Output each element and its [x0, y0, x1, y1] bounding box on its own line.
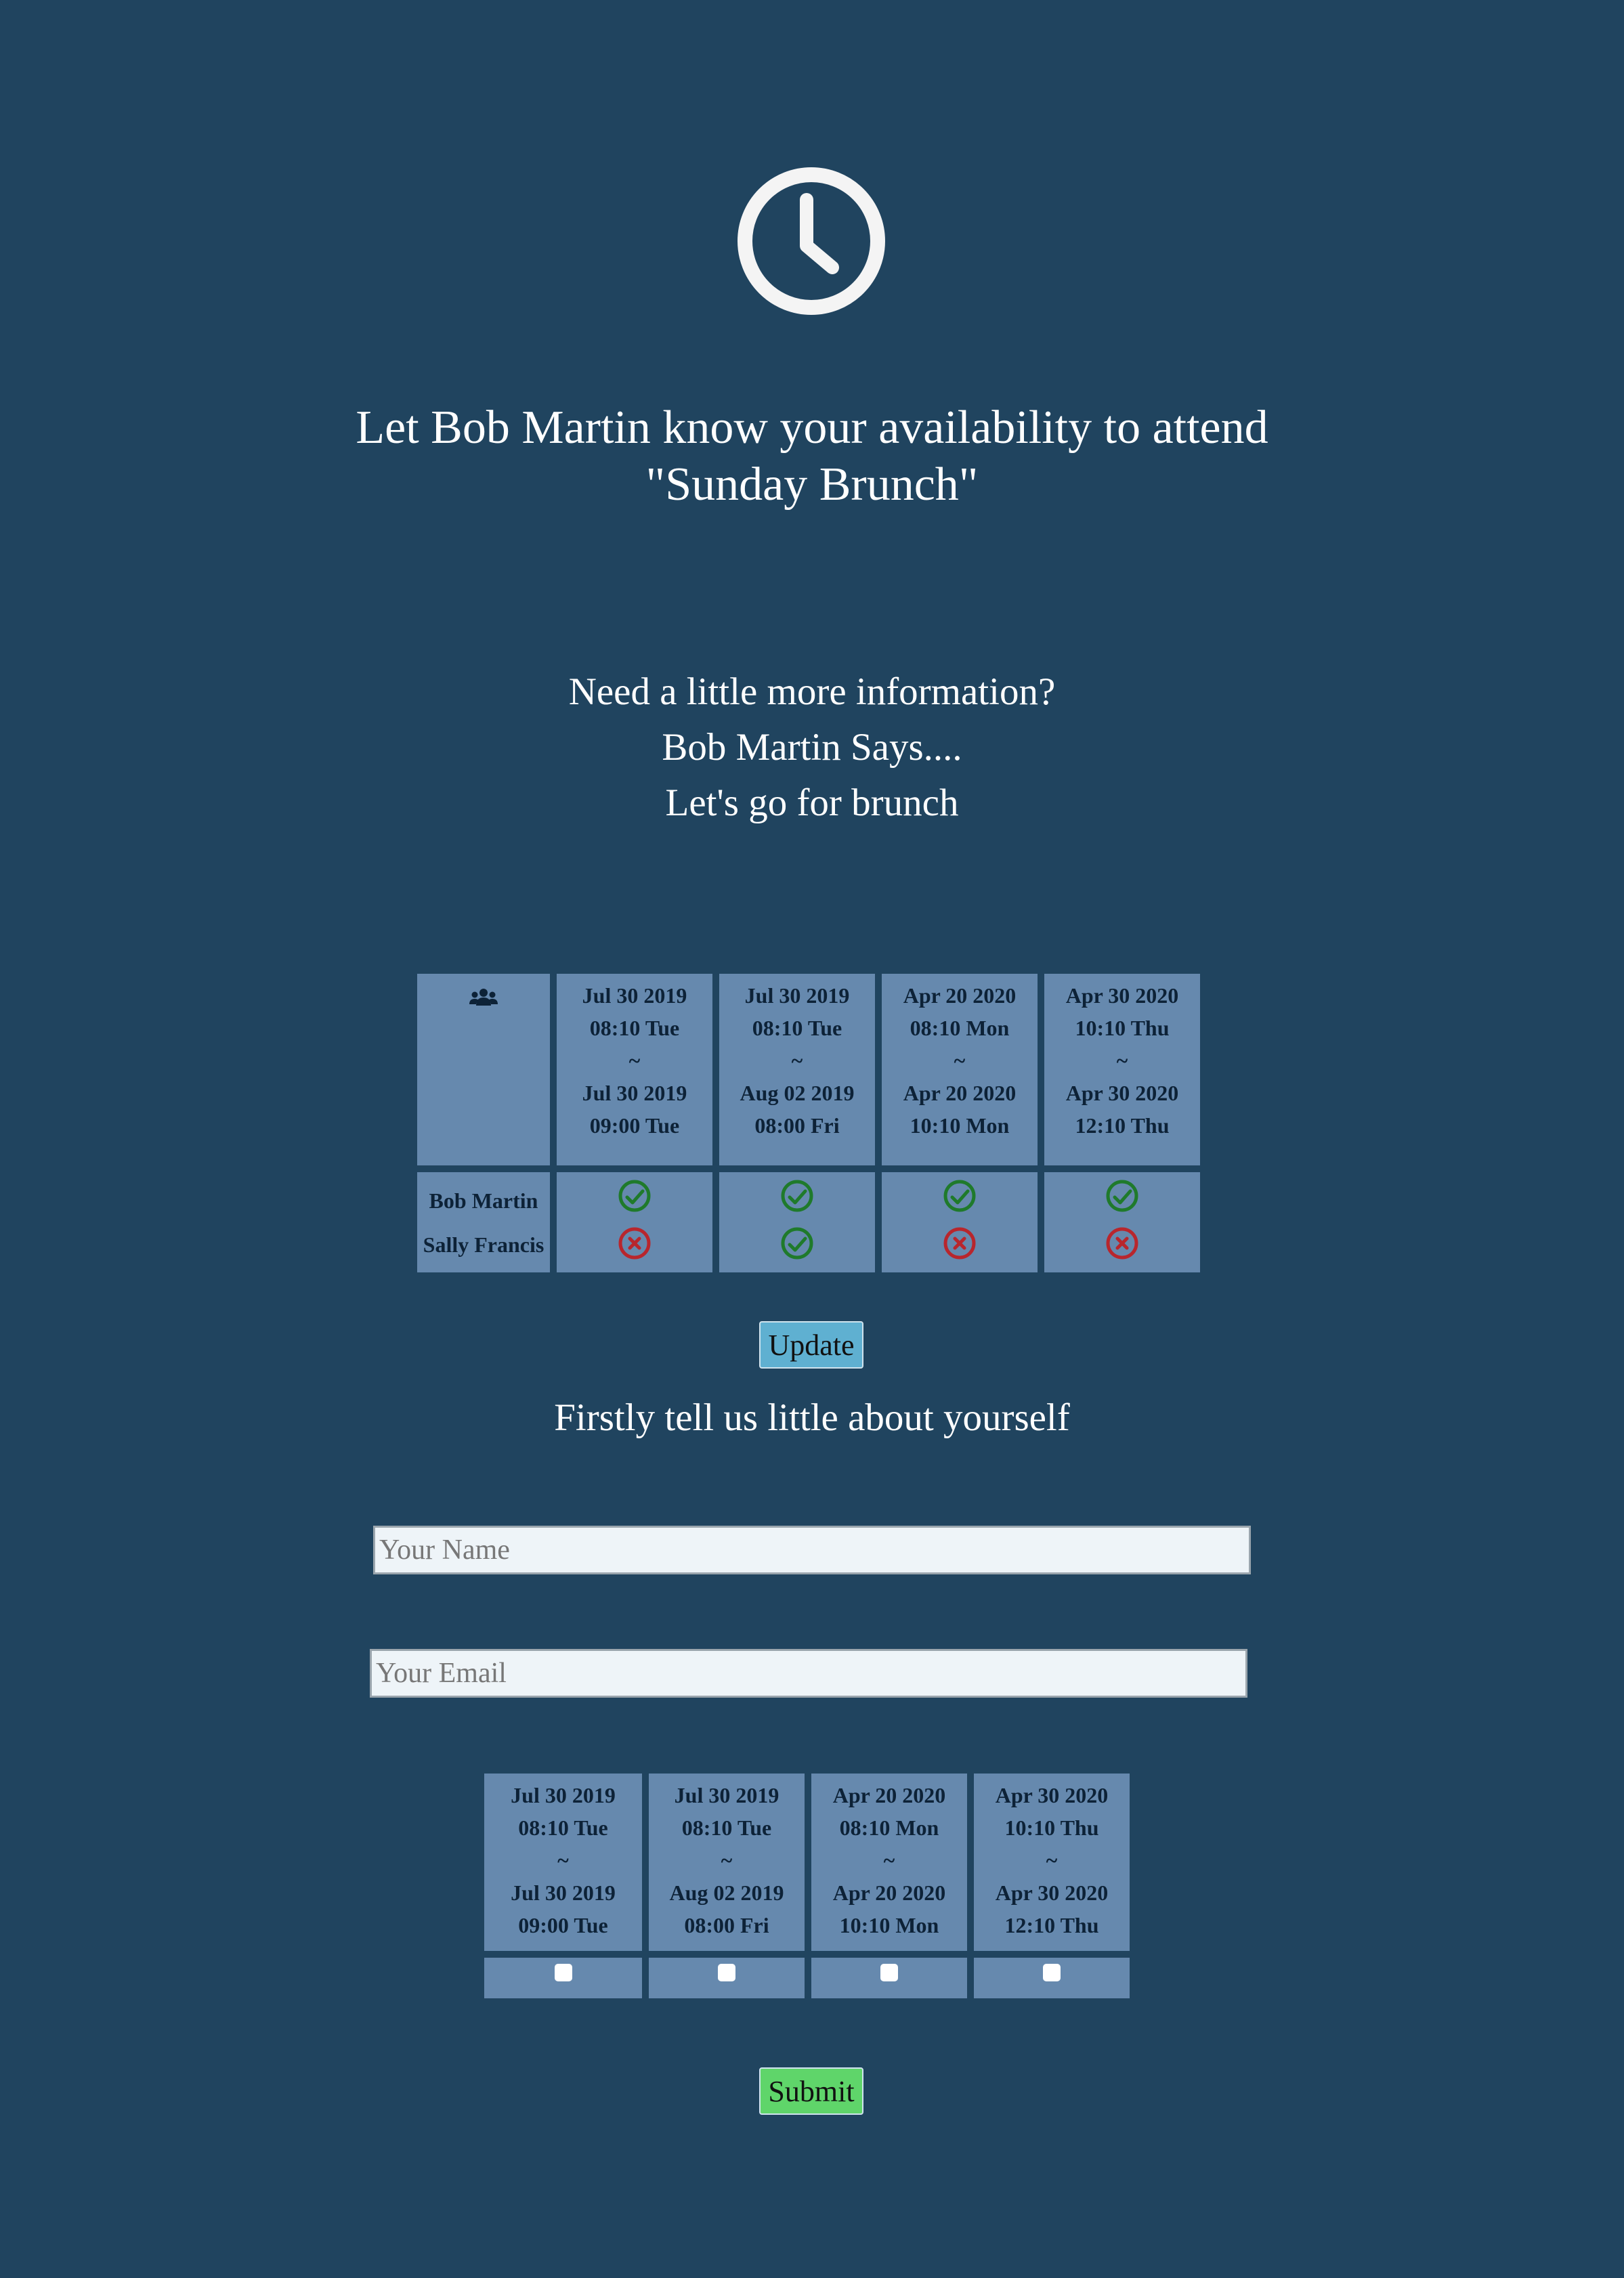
x-circle-icon [1106, 1227, 1138, 1260]
slot-start-date: Jul 30 2019 [744, 983, 850, 1008]
slot-checkbox[interactable] [1043, 1964, 1061, 1981]
slot-checkbox[interactable] [554, 1964, 572, 1981]
info-line-1: Need a little more information? [568, 670, 1056, 713]
slot-end-date: Apr 20 2020 [832, 1881, 946, 1905]
check-circle-icon [781, 1180, 813, 1212]
slot-end-time: 12:10 Thu [1075, 1113, 1170, 1138]
slot-start-date: Jul 30 2019 [674, 1783, 779, 1807]
slot-end-time: 08:00 Fri [754, 1113, 840, 1138]
slot-separator: ~ [1046, 1848, 1058, 1872]
check-circle-icon [781, 1227, 813, 1260]
clock-icon [738, 167, 885, 315]
status-mark [882, 1226, 1038, 1268]
slot-header-4: Apr 30 2020 10:10 Thu ~ Apr 30 2020 12:1… [1044, 974, 1200, 1165]
picker-checkbox-cell-4 [974, 1958, 1130, 1998]
slot-end-date: Apr 30 2020 [1065, 1081, 1179, 1105]
slot-start-date: Jul 30 2019 [511, 1783, 616, 1807]
slot-picker-table: Jul 30 2019 08:10 Tue ~ Jul 30 2019 09:0… [477, 1767, 1136, 2005]
status-cell-2 [719, 1172, 875, 1272]
status-cell-3 [882, 1172, 1038, 1272]
slot-end-time: 12:10 Thu [1004, 1913, 1099, 1937]
status-cell-1 [557, 1172, 712, 1272]
slot-checkbox[interactable] [880, 1964, 898, 1981]
slot-end-time: 10:10 Mon [839, 1913, 939, 1937]
slot-separator: ~ [954, 1048, 966, 1073]
slot-start-date: Apr 30 2020 [1065, 983, 1179, 1008]
status-cell-4 [1044, 1172, 1200, 1272]
slot-start-time: 10:10 Thu [1075, 1016, 1170, 1040]
picker-checkbox-cell-1 [484, 1958, 642, 1998]
slot-end-date: Jul 30 2019 [511, 1881, 616, 1905]
slot-start-date: Apr 30 2020 [995, 1783, 1109, 1807]
slot-end-time: 10:10 Mon [910, 1113, 1010, 1138]
slot-separator: ~ [721, 1848, 733, 1872]
status-mark [719, 1226, 875, 1268]
slot-header-2: Jul 30 2019 08:10 Tue ~ Aug 02 2019 08:0… [719, 974, 875, 1165]
title-line-2: "Sunday Brunch" [645, 458, 979, 511]
slot-end-date: Apr 30 2020 [995, 1881, 1109, 1905]
x-circle-icon [618, 1227, 651, 1260]
slot-start-time: 08:10 Mon [839, 1815, 939, 1840]
slot-start-date: Jul 30 2019 [582, 983, 687, 1008]
slot-separator: ~ [791, 1048, 803, 1073]
submit-button[interactable]: Submit [759, 2067, 863, 2115]
slot-end-date: Jul 30 2019 [582, 1081, 687, 1105]
picker-slot-4: Apr 30 2020 10:10 Thu ~ Apr 30 2020 12:1… [974, 1774, 1130, 1951]
slot-header-1: Jul 30 2019 08:10 Tue ~ Jul 30 2019 09:0… [557, 974, 712, 1165]
people-header-cell [417, 974, 550, 1165]
status-mark [557, 1179, 712, 1226]
status-mark [557, 1226, 712, 1268]
slot-end-date: Aug 02 2019 [740, 1081, 855, 1105]
slot-start-time: 08:10 Tue [589, 1016, 680, 1040]
status-mark [1044, 1179, 1200, 1226]
info-line-3: Let's go for brunch [665, 781, 959, 824]
picker-slot-2: Jul 30 2019 08:10 Tue ~ Aug 02 2019 08:0… [649, 1774, 805, 1951]
slot-end-time: 08:00 Fri [684, 1913, 769, 1937]
status-mark [882, 1179, 1038, 1226]
slot-start-time: 08:10 Tue [681, 1815, 772, 1840]
slot-end-date: Aug 02 2019 [669, 1881, 784, 1905]
slot-separator: ~ [1116, 1048, 1128, 1073]
picker-slot-1: Jul 30 2019 08:10 Tue ~ Jul 30 2019 09:0… [484, 1774, 642, 1951]
slot-start-time: 08:10 Mon [910, 1016, 1010, 1040]
check-circle-icon [943, 1180, 976, 1212]
title-line-1: Let Bob Martin know your availability to… [356, 402, 1268, 454]
status-mark [719, 1179, 875, 1226]
slot-start-time: 08:10 Tue [518, 1815, 608, 1840]
check-circle-icon [618, 1180, 651, 1212]
names-cell: Bob Martin Sally Francis [417, 1172, 550, 1272]
check-circle-icon [1106, 1180, 1138, 1212]
page-title: Let Bob Martin know your availability to… [0, 400, 1624, 513]
picker-header-row: Jul 30 2019 08:10 Tue ~ Jul 30 2019 09:0… [484, 1774, 1130, 1951]
slot-end-time: 09:00 Tue [589, 1113, 680, 1138]
email-input[interactable] [370, 1649, 1247, 1698]
slot-start-date: Apr 20 2020 [903, 983, 1017, 1008]
availability-body-row: Bob Martin Sally Francis [417, 1172, 1200, 1272]
picker-checkbox-cell-2 [649, 1958, 805, 1998]
person-name: Bob Martin [429, 1188, 538, 1213]
slot-checkbox[interactable] [718, 1964, 735, 1981]
slot-start-time: 08:10 Tue [752, 1016, 842, 1040]
slot-header-3: Apr 20 2020 08:10 Mon ~ Apr 20 2020 10:1… [882, 974, 1038, 1165]
update-button[interactable]: Update [759, 1321, 863, 1369]
slot-separator: ~ [628, 1048, 641, 1073]
users-icon [469, 989, 498, 1006]
picker-checkbox-row [484, 1958, 1130, 1998]
picker-checkbox-cell-3 [811, 1958, 967, 1998]
slot-start-date: Apr 20 2020 [832, 1783, 946, 1807]
person-name: Sally Francis [423, 1232, 544, 1257]
picker-slot-3: Apr 20 2020 08:10 Mon ~ Apr 20 2020 10:1… [811, 1774, 967, 1951]
slot-separator: ~ [557, 1848, 569, 1872]
slot-end-date: Apr 20 2020 [903, 1081, 1017, 1105]
slot-end-time: 09:00 Tue [518, 1913, 608, 1937]
form-heading: Firstly tell us little about yourself [554, 1396, 1070, 1439]
availability-table: Jul 30 2019 08:10 Tue ~ Jul 30 2019 09:0… [410, 967, 1207, 1279]
slot-separator: ~ [883, 1848, 895, 1872]
x-circle-icon [943, 1227, 976, 1260]
availability-header-row: Jul 30 2019 08:10 Tue ~ Jul 30 2019 09:0… [417, 974, 1200, 1165]
info-line-2: Bob Martin Says.... [662, 726, 962, 769]
slot-start-time: 10:10 Thu [1004, 1815, 1099, 1840]
status-mark [1044, 1226, 1200, 1268]
name-input[interactable] [373, 1526, 1251, 1574]
